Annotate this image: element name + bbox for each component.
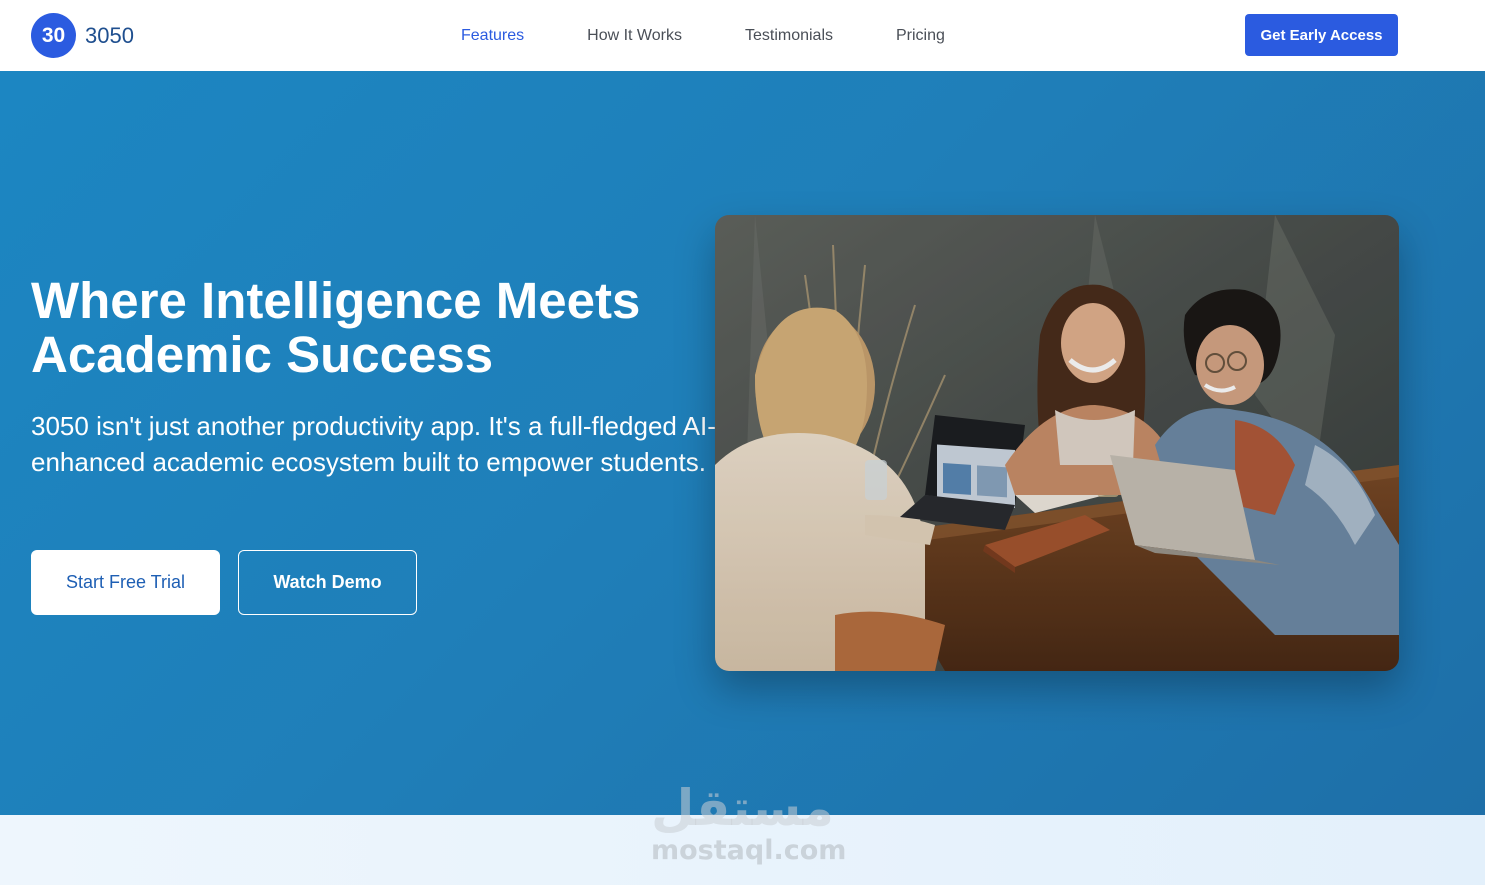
nav-link-features[interactable]: Features [461,27,524,45]
hero-title-line-1: Where Intelligence Meets [31,272,641,329]
hero-subtitle: 3050 isn't just another productivity app… [31,411,716,477]
hero-title-line-2: Academic Success [31,326,494,383]
nav-link-testimonials[interactable]: Testimonials [745,27,833,45]
logo-badge-icon: 30 [31,13,76,58]
get-early-access-button[interactable]: Get Early Access [1245,14,1398,56]
next-section-top [0,815,1485,885]
brand-name: 3050 [85,22,134,48]
nav-link-pricing[interactable]: Pricing [896,27,945,45]
nav-link-how-it-works[interactable]: How It Works [587,27,682,45]
brand-logo[interactable]: 30 3050 [31,13,134,58]
watch-demo-button[interactable]: Watch Demo [238,550,417,615]
top-navbar: 30 3050 Features How It Works Testimonia… [0,0,1485,71]
start-free-trial-button[interactable]: Start Free Trial [31,550,220,615]
hero-title: Where Intelligence Meets Academic Succes… [31,274,721,382]
main-nav: Features How It Works Testimonials Prici… [461,0,1008,71]
hero-students-photo [715,215,1399,671]
hero-section: Where Intelligence Meets Academic Succes… [0,71,1485,815]
